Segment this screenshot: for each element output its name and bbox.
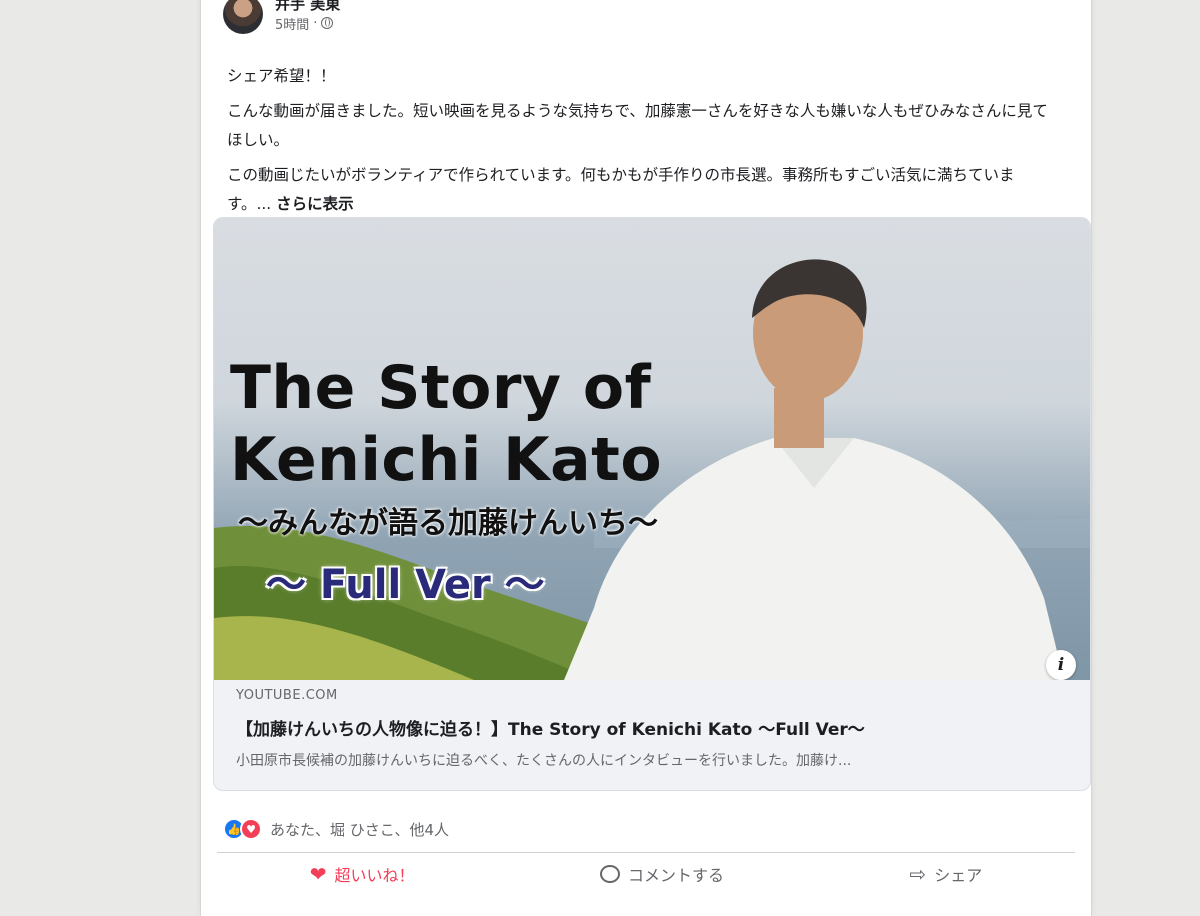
- love-reaction-icon: ♥: [240, 818, 262, 840]
- share-button[interactable]: ⇨ シェア: [909, 862, 982, 886]
- post-actions: ❤ 超いいね！ コメントする ⇨ シェア: [217, 862, 1075, 886]
- globe-icon[interactable]: [321, 17, 334, 29]
- post-paragraph: シェア希望！！: [227, 67, 336, 85]
- avatar[interactable]: [223, 0, 263, 34]
- like-button[interactable]: ❤ 超いいね！: [310, 862, 415, 886]
- comment-icon: [599, 865, 620, 883]
- comment-button[interactable]: コメントする: [599, 862, 724, 886]
- thumbnail-title: The Story of Kenichi Kato: [230, 352, 662, 496]
- link-domain: YOUTUBE.COM: [236, 688, 338, 703]
- post-paragraph: こんな動画が届きました。短い映画を見るような気持ちで、加藤憲一さんを好きな人も嫌…: [227, 102, 1048, 149]
- link-title[interactable]: 【加藤けんいちの人物像に迫る！】The Story of Kenichi Kat…: [236, 715, 1076, 740]
- info-icon[interactable]: i: [1046, 650, 1076, 680]
- post-body: シェア希望！！ こんな動画が届きました。短い映画を見るような気持ちで、加藤憲一さ…: [227, 62, 1057, 225]
- share-icon: ⇨: [909, 862, 927, 886]
- post-meta: 5時間 ·: [275, 14, 340, 33]
- reaction-names[interactable]: あなた、堀 ひさこ、他4人: [270, 819, 449, 840]
- action-divider: [217, 852, 1075, 853]
- reaction-summary[interactable]: 👍 ♥ あなた、堀 ひさこ、他4人: [223, 818, 449, 840]
- post-time[interactable]: 5時間: [275, 14, 309, 33]
- comment-label: コメントする: [627, 866, 724, 885]
- thumbnail-subtitle: ～みんなが語る加藤けんいち～: [238, 506, 658, 541]
- link-description: 小田原市長候補の加藤けんいちに迫るべく、たくさんの人にインタビューを行いました。…: [236, 753, 852, 769]
- reaction-icons: 👍 ♥: [223, 818, 262, 840]
- separator-dot: ·: [313, 15, 318, 31]
- facebook-post: 井手 美東 5時間 · シェア希望！！ こんな動画が届きました。短い映画を見るよ…: [200, 0, 1092, 916]
- see-more-link[interactable]: さらに表示: [276, 195, 354, 213]
- thumbnail-title-line: The Story of: [230, 353, 652, 423]
- thumbnail-full-ver: ～ Full Ver ～: [266, 562, 545, 608]
- thumbnail-title-line: Kenichi Kato: [230, 425, 663, 495]
- video-thumbnail[interactable]: The Story of Kenichi Kato ～みんなが語る加藤けんいち～…: [214, 218, 1090, 680]
- post-paragraph: この動画じたいがボランティアで作られています。何もかもが手作りの市長選。事務所も…: [227, 161, 1057, 219]
- link-card-text[interactable]: YOUTUBE.COM 【加藤けんいちの人物像に迫る！】The Story of…: [236, 688, 1076, 770]
- author-name[interactable]: 井手 美東: [275, 0, 340, 12]
- like-label: 超いいね！: [334, 866, 415, 885]
- share-label: シェア: [934, 866, 983, 885]
- heart-icon: ❤: [309, 862, 327, 886]
- link-preview-card[interactable]: The Story of Kenichi Kato ～みんなが語る加藤けんいち～…: [213, 217, 1091, 791]
- post-header: 井手 美東 5時間 ·: [223, 0, 340, 34]
